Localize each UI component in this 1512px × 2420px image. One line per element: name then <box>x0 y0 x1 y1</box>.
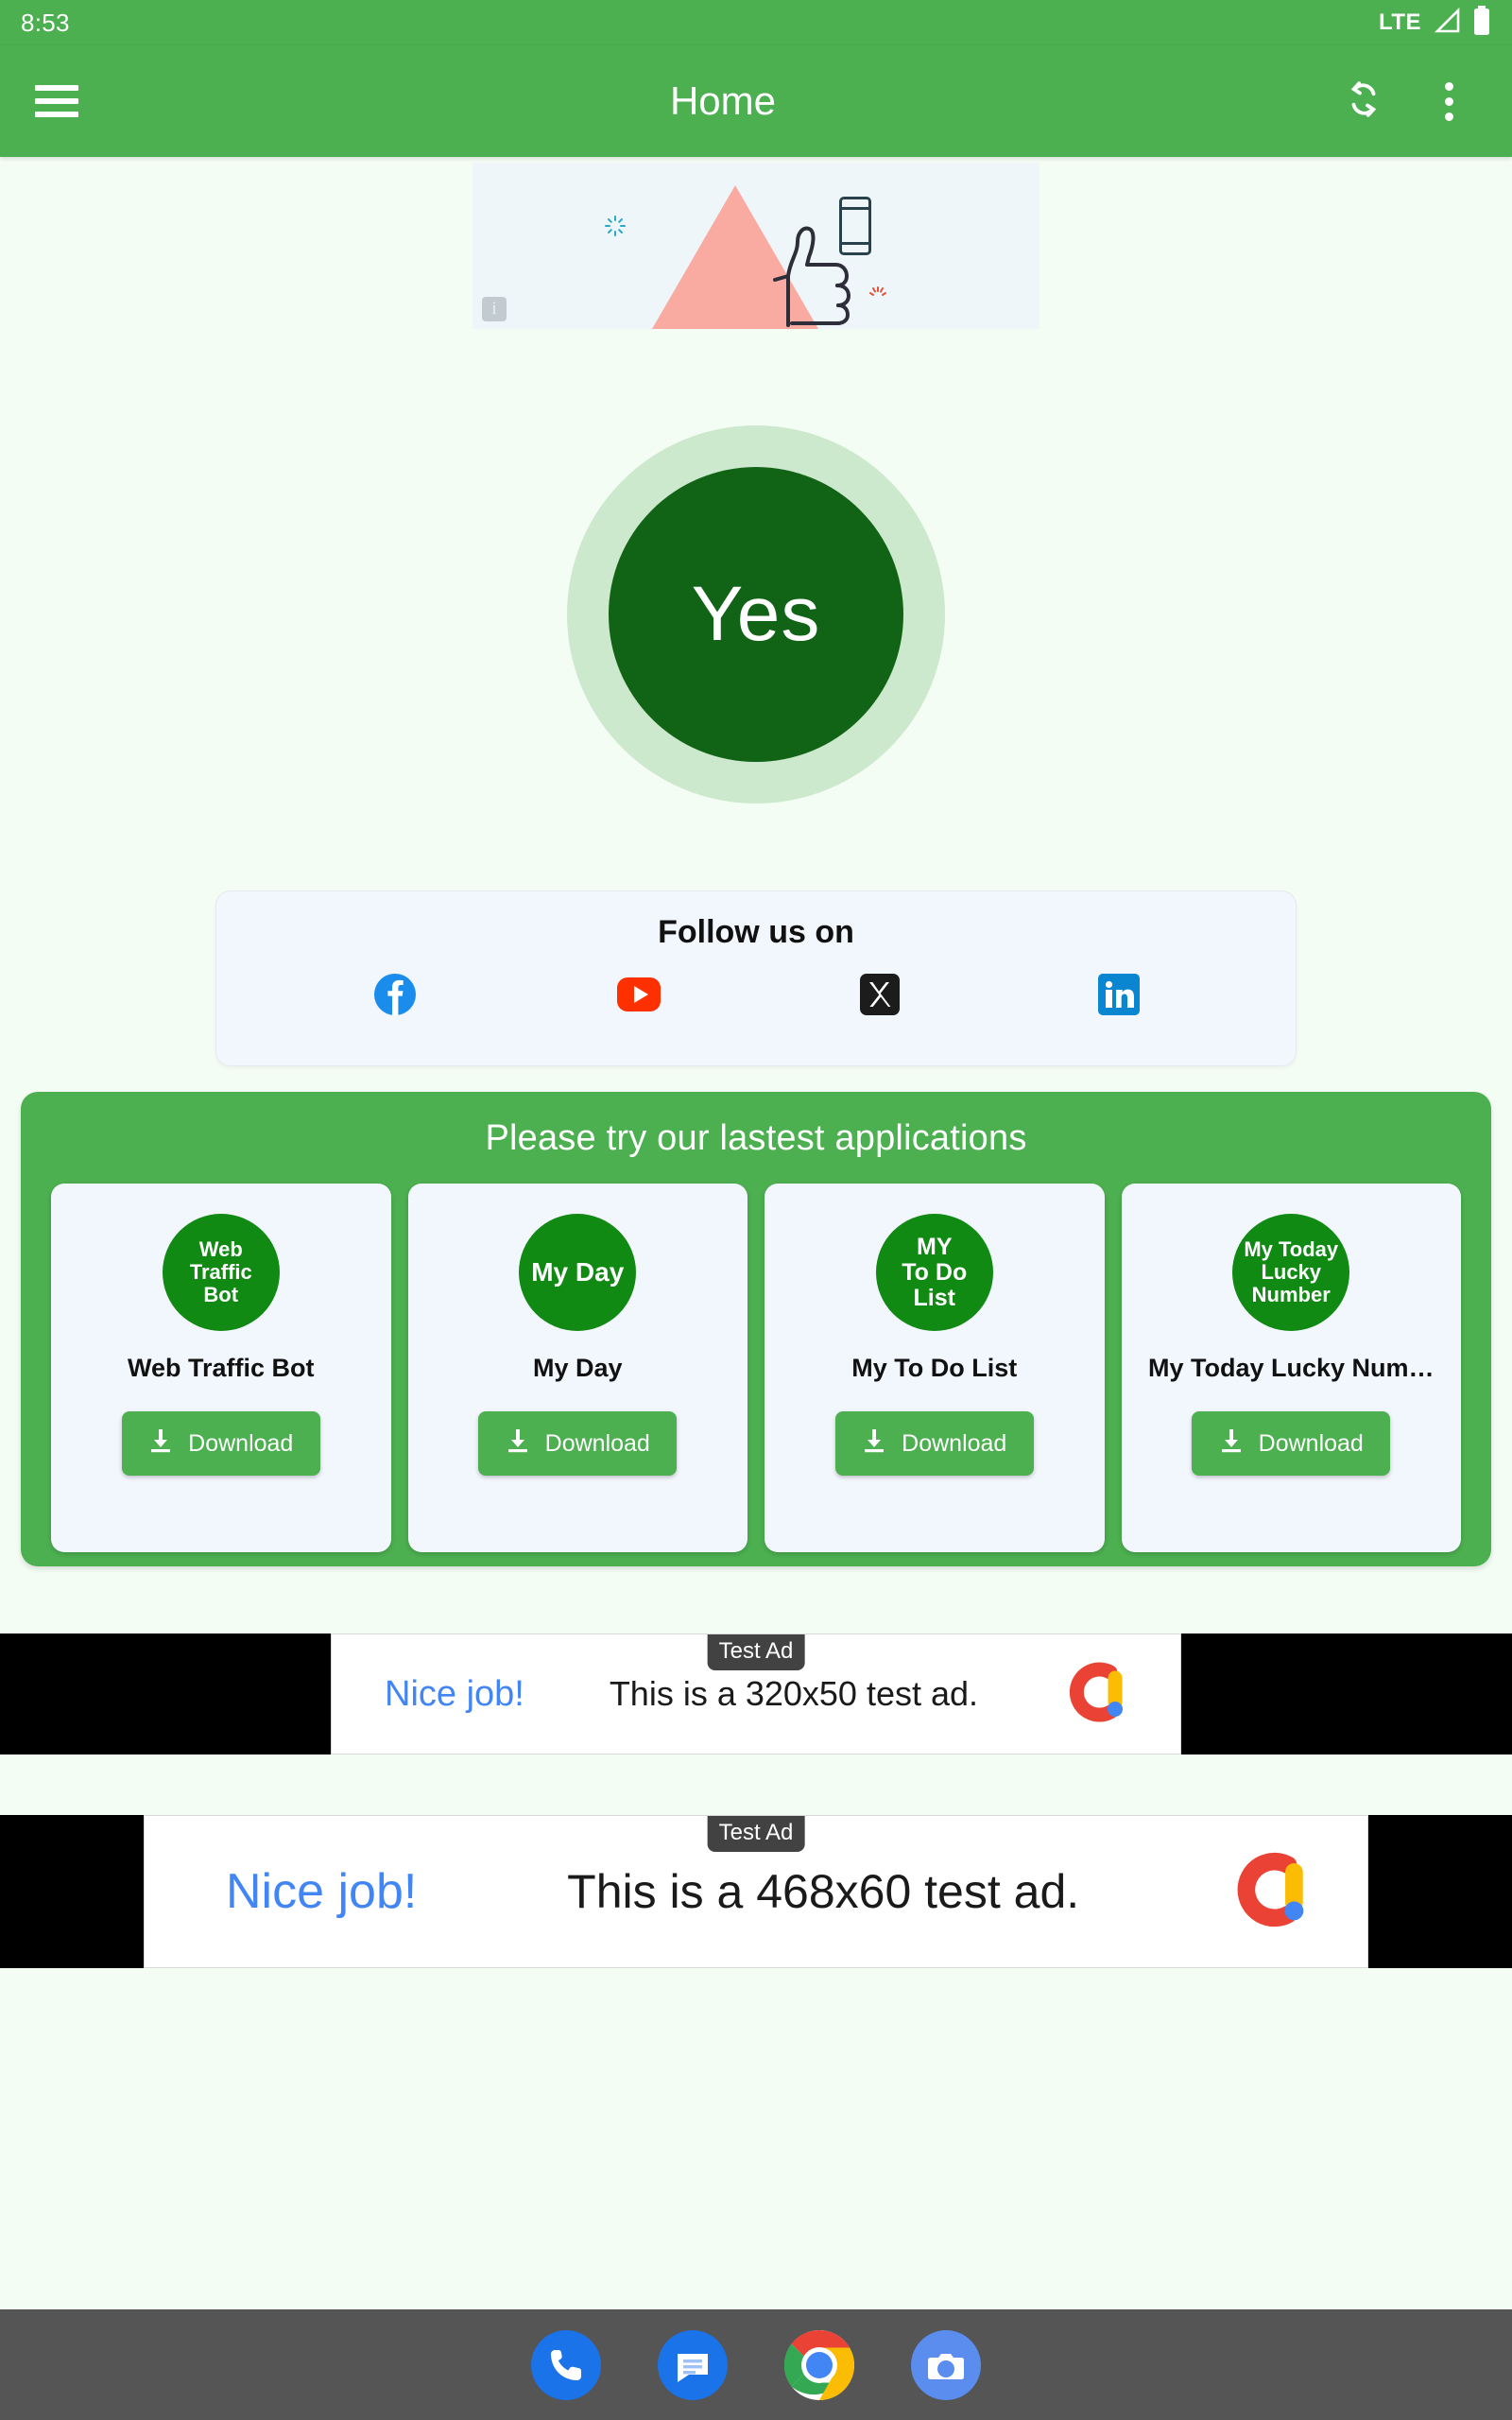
applications-title: Please try our lastest applications <box>485 1118 1027 1158</box>
app-screen: 8:53 LTE Home i Yes Follow us on Please … <box>0 0 1512 2420</box>
ad-content[interactable]: Test Ad Nice job! This is a 320x50 test … <box>331 1634 1181 1754</box>
download-button[interactable]: Download <box>834 1411 1034 1476</box>
app-card[interactable]: My Today Lucky Number My Today Lucky Num… … <box>1121 1184 1461 1552</box>
network-type-label: LTE <box>1378 9 1421 35</box>
facebook-icon[interactable] <box>372 972 418 1017</box>
test-ad-banner-320x50[interactable]: Test Ad Nice job! This is a 320x50 test … <box>0 1634 1512 1754</box>
ad-sparkle-blue-icon <box>605 216 626 236</box>
download-icon <box>506 1427 530 1461</box>
download-label: Download <box>902 1429 1007 1457</box>
app-bar-actions <box>1332 70 1512 132</box>
signal-triangle-icon <box>1433 7 1461 39</box>
app-logo: Web Traffic Bot <box>162 1214 280 1331</box>
ad-sparkle-red-icon <box>868 285 888 306</box>
applications-panel: Please try our lastest applications Web T… <box>21 1092 1491 1566</box>
overflow-menu-icon[interactable] <box>1444 81 1453 121</box>
refresh-button[interactable] <box>1332 70 1395 132</box>
download-icon <box>148 1427 173 1461</box>
applications-row: Web Traffic Bot Web Traffic Bot Download M… <box>21 1159 1491 1552</box>
follow-us-title: Follow us on <box>658 914 854 950</box>
phone-app-icon[interactable] <box>530 2329 602 2401</box>
app-name: My To Do List <box>851 1354 1018 1382</box>
app-logo: MY To Do List <box>875 1214 993 1331</box>
app-card[interactable]: Web Traffic Bot Web Traffic Bot Download <box>51 1184 391 1552</box>
x-twitter-icon[interactable] <box>860 974 900 1015</box>
linkedin-icon[interactable] <box>1098 974 1140 1015</box>
ad-headline: Nice job! <box>226 1864 418 1919</box>
social-icon-row <box>216 972 1296 1017</box>
download-button[interactable]: Download <box>478 1411 678 1476</box>
yes-button-container: Yes <box>0 425 1512 804</box>
follow-us-card: Follow us on <box>215 890 1297 1066</box>
download-button[interactable]: Download <box>121 1411 320 1476</box>
overflow-menu-button[interactable] <box>1418 70 1480 132</box>
messages-app-icon[interactable] <box>657 2329 729 2401</box>
chrome-app-icon[interactable] <box>783 2329 855 2401</box>
yes-button[interactable]: Yes <box>567 425 945 804</box>
status-indicators: LTE <box>1378 5 1491 41</box>
ad-content[interactable]: Test Ad Nice job! This is a 468x60 test … <box>144 1815 1368 1968</box>
download-button[interactable]: Download <box>1192 1411 1391 1476</box>
download-label: Download <box>188 1429 294 1457</box>
hamburger-menu-icon[interactable] <box>35 85 78 117</box>
app-card[interactable]: My Day My Day Download <box>407 1184 747 1552</box>
sync-refresh-icon[interactable] <box>1342 78 1385 126</box>
admob-logo-icon <box>1063 1657 1133 1732</box>
page-title: Home <box>669 78 777 123</box>
app-name: My Today Lucky Num… <box>1147 1354 1435 1382</box>
youtube-icon[interactable] <box>616 977 662 1012</box>
ad-body-text: This is a 320x50 test ad. <box>609 1674 979 1713</box>
bottom-dock <box>0 2309 1512 2420</box>
menu-button[interactable] <box>0 85 113 117</box>
yes-button-label[interactable]: Yes <box>609 467 903 762</box>
camera-app-icon[interactable] <box>910 2329 982 2401</box>
test-ad-banner-468x60[interactable]: Test Ad Nice job! This is a 468x60 test … <box>0 1815 1512 1968</box>
battery-icon <box>1472 5 1491 41</box>
app-name: My Day <box>532 1354 623 1382</box>
download-icon <box>862 1427 886 1461</box>
ad-info-badge[interactable]: i <box>482 297 507 321</box>
app-name: Web Traffic Bot <box>127 1354 315 1382</box>
top-ad-banner[interactable]: i <box>472 163 1040 329</box>
download-label: Download <box>1258 1429 1364 1457</box>
test-ad-badge: Test Ad <box>707 1816 805 1852</box>
test-ad-badge: Test Ad <box>707 1634 805 1670</box>
ad-headline: Nice job! <box>385 1673 524 1714</box>
download-label: Download <box>544 1429 650 1457</box>
status-time: 8:53 <box>21 8 70 37</box>
app-logo: My Day <box>519 1214 637 1331</box>
ad-body-text: This is a 468x60 test ad. <box>567 1865 1080 1918</box>
download-icon <box>1219 1427 1244 1461</box>
ad-thumbs-up-icon <box>748 219 862 329</box>
app-logo: My Today Lucky Number <box>1232 1214 1350 1331</box>
app-bar: Home <box>0 45 1512 157</box>
admob-logo-icon <box>1229 1846 1316 1938</box>
app-card[interactable]: MY To Do List My To Do List Download <box>765 1184 1105 1552</box>
status-bar: 8:53 LTE <box>0 0 1512 45</box>
